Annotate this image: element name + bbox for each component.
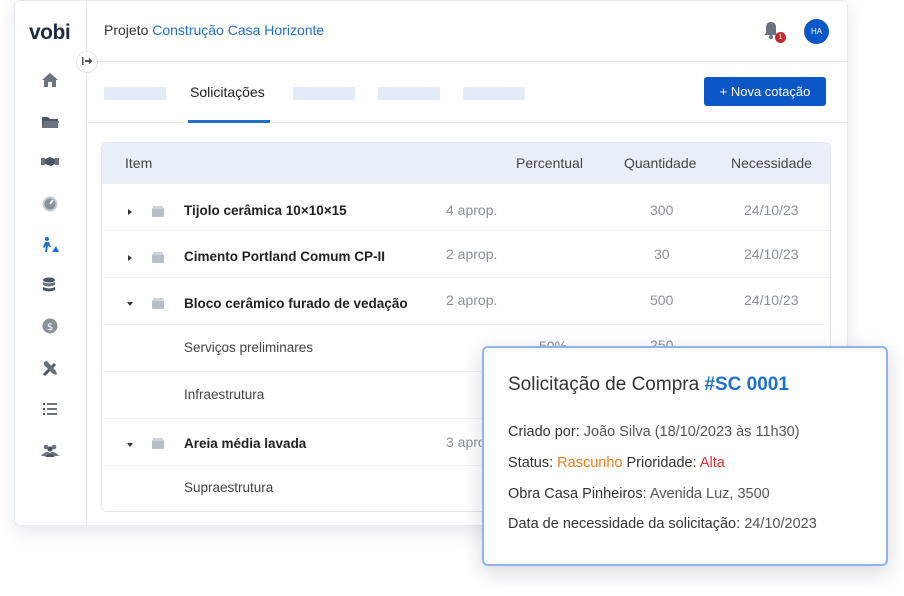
column-header-quantidade: Quantidade (624, 155, 697, 171)
svg-text:$: $ (47, 322, 53, 333)
box-icon (152, 204, 164, 217)
handshake-icon[interactable] (39, 150, 61, 172)
caret-right-icon[interactable] (125, 250, 135, 261)
item-quantidade: 30 (654, 246, 670, 262)
list-icon[interactable] (39, 398, 61, 420)
breadcrumb: Projeto Construção Casa Horizonte (104, 22, 324, 38)
table-row[interactable]: Cimento Portland Comum CP-II 2 aprop. 30… (102, 230, 830, 277)
gauge-icon[interactable] (39, 193, 61, 215)
worker-icon[interactable] (39, 234, 61, 256)
tab-placeholder[interactable] (293, 87, 355, 100)
status-line: Status: Rascunho Prioridade: Alta (508, 455, 725, 471)
subitem-name: Infraestrutura (184, 387, 265, 402)
request-code-link[interactable]: #SC 0001 (704, 374, 789, 395)
item-quantidade: 300 (650, 202, 674, 218)
created-label: Criado por: (508, 424, 580, 440)
tab-placeholder[interactable] (104, 87, 166, 100)
column-header-necessidade: Necessidade (731, 155, 812, 171)
box-icon (152, 250, 164, 263)
subitem-name: Supraestrutura (184, 480, 274, 495)
new-quotation-button[interactable]: + Nova cotação (704, 77, 826, 106)
status-label: Status: (508, 455, 554, 471)
breadcrumb-prefix: Projeto (104, 22, 149, 38)
item-necessidade: 24/10/23 (744, 246, 799, 262)
sidebar-collapse-button[interactable] (76, 51, 98, 73)
tab-solicitacoes[interactable]: Solicitações (190, 84, 265, 100)
table-header: Item Percentual Quantidade Necessidade (102, 143, 830, 183)
users-icon[interactable] (39, 439, 61, 461)
item-name: Cimento Portland Comum CP-II (184, 249, 386, 264)
dollar-icon[interactable]: $ (39, 315, 61, 337)
item-aprov: 2 aprop. (446, 292, 498, 308)
active-tab-indicator (188, 120, 270, 123)
tab-placeholder[interactable] (378, 87, 440, 100)
item-name: Tijolo cerâmica 10×10×15 (184, 203, 347, 218)
status-badge: Rascunho (557, 455, 623, 471)
item-name: Bloco cerâmico furado de vedação (184, 296, 408, 311)
priority-label: Prioridade: (626, 455, 697, 471)
box-icon (152, 296, 164, 309)
home-icon[interactable] (39, 69, 61, 91)
header: Projeto Construção Casa Horizonte 1 HA (87, 1, 847, 62)
table-row[interactable]: Tijolo cerâmica 10×10×15 4 aprop. 300 24… (102, 183, 830, 230)
database-icon[interactable] (39, 274, 61, 296)
obra-label: Obra Casa Pinheiros: (508, 486, 647, 502)
column-header-percentual: Percentual (516, 155, 583, 171)
need-date-value: 24/10/2023 (744, 516, 817, 532)
obra-line: Obra Casa Pinheiros: Avenida Luz, 3500 (508, 486, 770, 502)
arrow-right-icon (81, 53, 93, 71)
tab-placeholder[interactable] (463, 87, 525, 100)
purchase-request-card[interactable]: Solicitação de Compra #SC 0001 Criado po… (482, 346, 888, 566)
item-aprov: 4 aprop. (446, 202, 498, 218)
avatar[interactable]: HA (804, 19, 829, 44)
subitem-name: Serviços preliminares (184, 340, 314, 355)
caret-down-icon[interactable] (125, 296, 135, 306)
caret-down-icon[interactable] (125, 437, 135, 447)
table-row[interactable]: Bloco cerâmico furado de vedação 2 aprop… (102, 277, 830, 324)
item-necessidade: 24/10/23 (744, 292, 799, 308)
breadcrumb-project-link[interactable]: Construção Casa Horizonte (152, 22, 324, 38)
priority-badge: Alta (699, 455, 725, 471)
item-quantidade: 500 (650, 292, 674, 308)
need-date-line: Data de necessidade da solicitação: 24/1… (508, 516, 817, 532)
obra-value: Avenida Luz, 3500 (649, 486, 770, 502)
logo: vobi (29, 21, 71, 44)
caret-right-icon[interactable] (125, 204, 135, 215)
item-aprov: 2 aprop. (446, 246, 498, 262)
item-name: Areia média lavada (184, 436, 307, 451)
box-icon (152, 436, 164, 449)
created-by-line: Criado por: João Silva (18/10/2023 às 11… (508, 424, 800, 440)
tools-icon[interactable] (39, 357, 61, 379)
need-date-label: Data de necessidade da solicitação: (508, 516, 741, 532)
card-title: Solicitação de Compra #SC 0001 (508, 374, 789, 396)
sidebar: vobi $ (15, 1, 87, 525)
tabs-bar: Solicitações + Nova cotação (87, 62, 847, 123)
card-title-text: Solicitação de Compra (508, 374, 700, 395)
folder-icon[interactable] (39, 111, 61, 133)
notification-badge: 1 (775, 32, 786, 43)
item-necessidade: 24/10/23 (744, 202, 799, 218)
created-value: João Silva (18/10/2023 às 11h30) (583, 424, 800, 440)
column-header-item: Item (125, 155, 153, 171)
